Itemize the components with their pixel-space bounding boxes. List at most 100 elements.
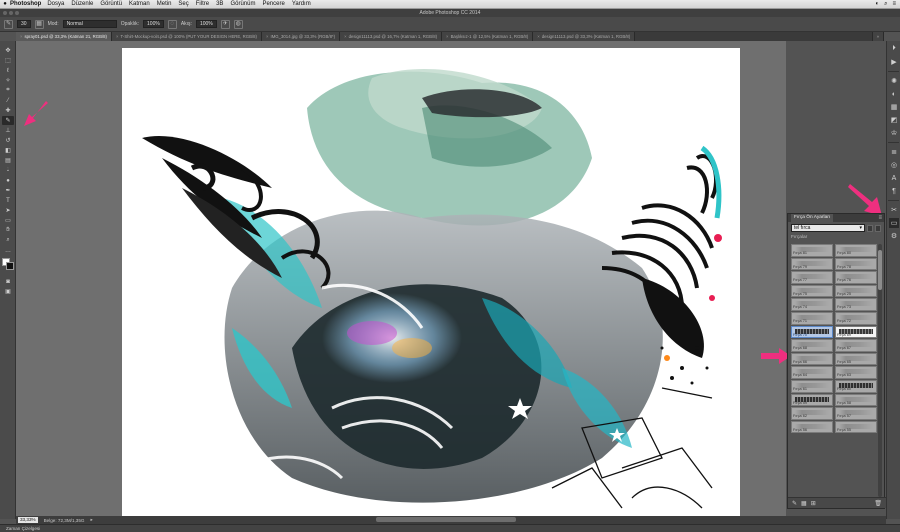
flow-field[interactable]: 100% [195,20,217,28]
path-select-tool-icon[interactable]: ➤ [2,206,14,215]
quick-mask-icon[interactable]: ◙ [2,277,14,286]
close-icon[interactable]: × [537,34,540,39]
brush-preset-item[interactable]: Fırça 66 [791,352,833,366]
brush-preset-item[interactable]: Fırça 55 [835,420,877,434]
brush-preset-item[interactable]: Fırça 77 [791,271,833,284]
delete-brush-icon[interactable]: 🗑︎ [874,500,882,507]
tab-document-4[interactable]: × design11113.psd @ 16,7% (Katman 1, RGB/… [340,32,443,41]
view-mode-icon[interactable] [867,224,873,232]
actions-panel-icon[interactable]: ▶ [889,57,899,67]
brush-size-picker[interactable]: 30 [17,20,31,28]
pressure-opacity-icon[interactable]: ◌ [167,19,177,29]
menu-3d[interactable]: 3B [216,1,223,7]
pen-tool-icon[interactable]: ✒ [2,186,14,195]
timeline-panel-bar[interactable]: Zaman Çizelgesi [0,524,900,532]
brush-preset-item[interactable]: Fırça 64 [791,366,833,379]
quick-select-tool-icon[interactable]: ✧ [2,76,14,85]
brush-preset-item[interactable]: Fırça 63 [835,366,877,379]
scrollbar-thumb[interactable] [878,250,882,290]
brush-preset-item[interactable]: Fırça 78 [835,257,877,271]
brush-tool-preset-icon[interactable]: ✎ [4,19,13,29]
shape-tool-icon[interactable]: ▭ [2,216,14,225]
preset-manager-icon[interactable] [875,224,881,232]
tab-document-1[interactable]: × spray01.psd @ 33,3% (Katman 21, RGB/8) [16,32,112,41]
list-menu-icon[interactable]: ≡ [892,1,896,8]
close-icon[interactable]: × [20,34,23,39]
brush-preset-item[interactable]: Fırça 59 [791,393,833,407]
brush-tool-icon[interactable]: ✎ [2,116,14,125]
close-icon[interactable]: × [266,34,269,39]
paths-panel-icon[interactable]: A [889,173,899,183]
history-brush-tool-icon[interactable]: ↺ [2,136,14,145]
panel-menu-icon[interactable]: ≡ [878,214,882,222]
brush-preset-item[interactable]: Fırça 61 [791,379,833,393]
menu-filter[interactable]: Filtre [196,1,209,7]
channels-panel-icon[interactable]: ◎ [889,160,899,170]
brush-preset-item[interactable]: Fırça 68 [791,339,833,352]
layers-panel-icon[interactable]: ≣ [889,147,899,157]
close-icon[interactable]: × [344,34,347,39]
brush-preset-item[interactable]: Fırça 57 [835,407,877,420]
brush-preset-item[interactable]: Fırça 81 [791,244,833,257]
color-panel-icon[interactable]: ◐ [889,89,899,99]
history-panel-icon[interactable]: ⏵ [889,44,899,54]
crop-tool-icon[interactable]: ⌗ [2,86,14,95]
swatches-panel-icon[interactable]: ▦ [889,102,899,112]
brush-panel-icon[interactable]: ✂ [889,205,899,215]
eraser-tool-icon[interactable]: ◧ [2,146,14,155]
marquee-tool-icon[interactable]: ⬚ [2,56,14,65]
move-tool-icon[interactable]: ✥ [2,46,14,55]
tab-document-5[interactable]: × Başlıksız-1 @ 12,5% (Katman 1, RGB/8) [442,32,534,41]
tab-document-6[interactable]: × design11113.psd @ 33,3% (Katman 1, RGB/… [533,32,636,41]
paragraph-panel-icon[interactable]: ¶ [889,186,899,196]
clone-stamp-tool-icon[interactable]: ⊥ [2,126,14,135]
panel-scrollbar[interactable] [878,244,882,497]
eyedropper-tool-icon[interactable]: ⁄ [2,96,14,105]
brush-settings-icon[interactable]: ✎ [792,500,797,507]
airbrush-icon[interactable]: ✈ [220,19,230,29]
brush-preset-item[interactable]: Fırça 62 [791,407,833,420]
zoom-tool-icon[interactable]: ⌕ [2,236,14,245]
app-name-menu[interactable]: Photoshop [10,1,41,7]
tab-document-3[interactable]: × IMG_3014.jpg @ 33,3% (RGB/8*) [262,32,341,41]
tab-document-2[interactable]: × T-Shirt-Mockup-vol4.psd @ 100% (PUT YOU… [111,32,262,41]
brush-preset-item[interactable]: Fırça 74 [791,298,833,311]
menu-edit[interactable]: Düzenle [71,1,93,7]
brush-preset-item[interactable]: Fırça 56 [791,420,833,434]
toggle-brush-panel-icon[interactable]: ▦ [801,500,807,507]
document-workspace[interactable] [16,41,786,519]
adjustments-panel-icon[interactable]: ✺ [889,76,899,86]
canvas-artwork[interactable] [122,48,740,518]
brush-preset-item[interactable]: Fırça 60 [835,379,877,393]
lasso-tool-icon[interactable]: ℓ [2,66,14,75]
menu-type[interactable]: Metin [157,1,172,7]
menu-layer[interactable]: Katman [129,1,150,7]
menu-view[interactable]: Görünüm [230,1,255,7]
brush-preset-item[interactable]: Fırça 76 [835,271,877,284]
menu-select[interactable]: Seç [178,1,188,7]
brush-preset-item[interactable]: Fırça 70 [791,325,833,339]
brush-preset-item[interactable]: Fırça 69 [835,325,877,339]
styles-panel-icon[interactable]: ◩ [889,115,899,125]
type-tool-icon[interactable]: T [2,196,14,205]
tab-brush-presets[interactable]: Fırça Ön Ayarları [791,214,834,222]
opacity-field[interactable]: 100% [143,20,164,28]
color-swatches[interactable] [0,256,16,276]
brush-preset-item[interactable]: Fırça 80 [835,244,877,257]
blur-tool-icon[interactable]: 💧︎ [2,166,14,175]
minimize-window-button[interactable] [9,11,13,15]
menu-window[interactable]: Pencere [262,1,284,7]
menu-file[interactable]: Dosya [47,1,64,7]
close-window-button[interactable] [3,11,7,15]
menu-image[interactable]: Görüntü [100,1,122,7]
brush-presets-panel-icon[interactable]: ▭ [889,218,899,228]
mode-select[interactable]: Normal [62,20,117,28]
brush-preset-item[interactable]: Fırça 25 [835,284,877,298]
zoom-level-field[interactable]: 33,33% [18,517,38,523]
pressure-size-icon[interactable]: ◍ [233,19,243,29]
brush-preset-item[interactable]: Fırça 72 [835,311,877,325]
brush-panel-toggle-icon[interactable]: ▦ [34,19,44,29]
close-icon[interactable]: × [116,34,119,39]
document-info[interactable]: Belge: 72,3M/1,35G [44,518,85,523]
hand-tool-icon[interactable]: ✋︎ [2,226,14,235]
